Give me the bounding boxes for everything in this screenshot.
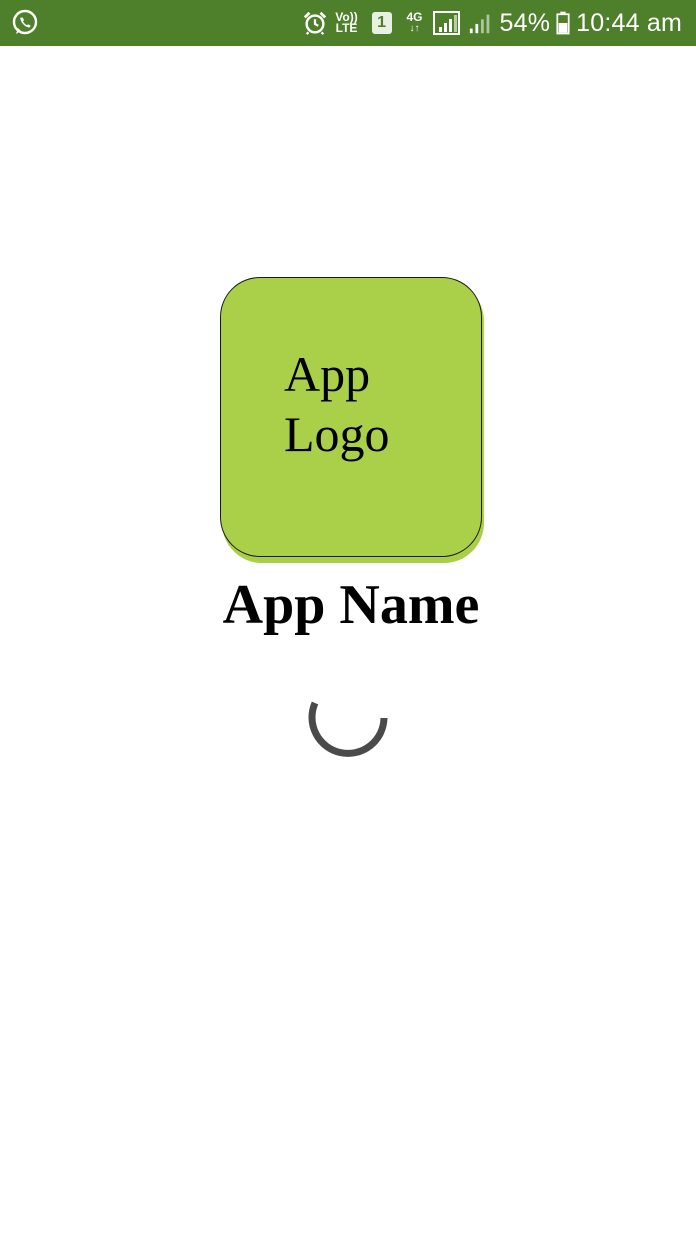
4g-data-icon: 4G ↓↑ — [404, 10, 426, 34]
network-type-label: 4G — [406, 10, 423, 24]
splash-screen: Vo)) LTE 1 4G ↓↑ 54% 10:44 am App Logo A… — [0, 0, 696, 1237]
logo-line-2: Logo — [284, 406, 390, 462]
signal-sim2-icon — [469, 14, 489, 34]
logo-line-1: App — [284, 346, 371, 402]
clock: 10:44 am — [576, 9, 682, 37]
logo-text: App Logo — [284, 344, 390, 464]
sim-1-icon: 1 — [371, 12, 392, 34]
volte-bottom-label: LTE — [335, 21, 358, 35]
volte-icon: Vo)) LTE — [334, 11, 360, 35]
alarm-icon — [303, 11, 326, 35]
battery-icon — [556, 11, 570, 35]
spinner-icon — [308, 701, 388, 757]
data-arrows: ↓↑ — [409, 23, 420, 34]
app-name: App Name — [222, 574, 480, 636]
battery-percent: 54% — [499, 9, 551, 37]
whatsapp-icon — [12, 9, 38, 35]
status-bar: Vo)) LTE 1 4G ↓↑ 54% 10:44 am — [0, 0, 696, 46]
signal-sim1-icon — [432, 11, 460, 35]
app-logo: App Logo — [220, 277, 482, 557]
